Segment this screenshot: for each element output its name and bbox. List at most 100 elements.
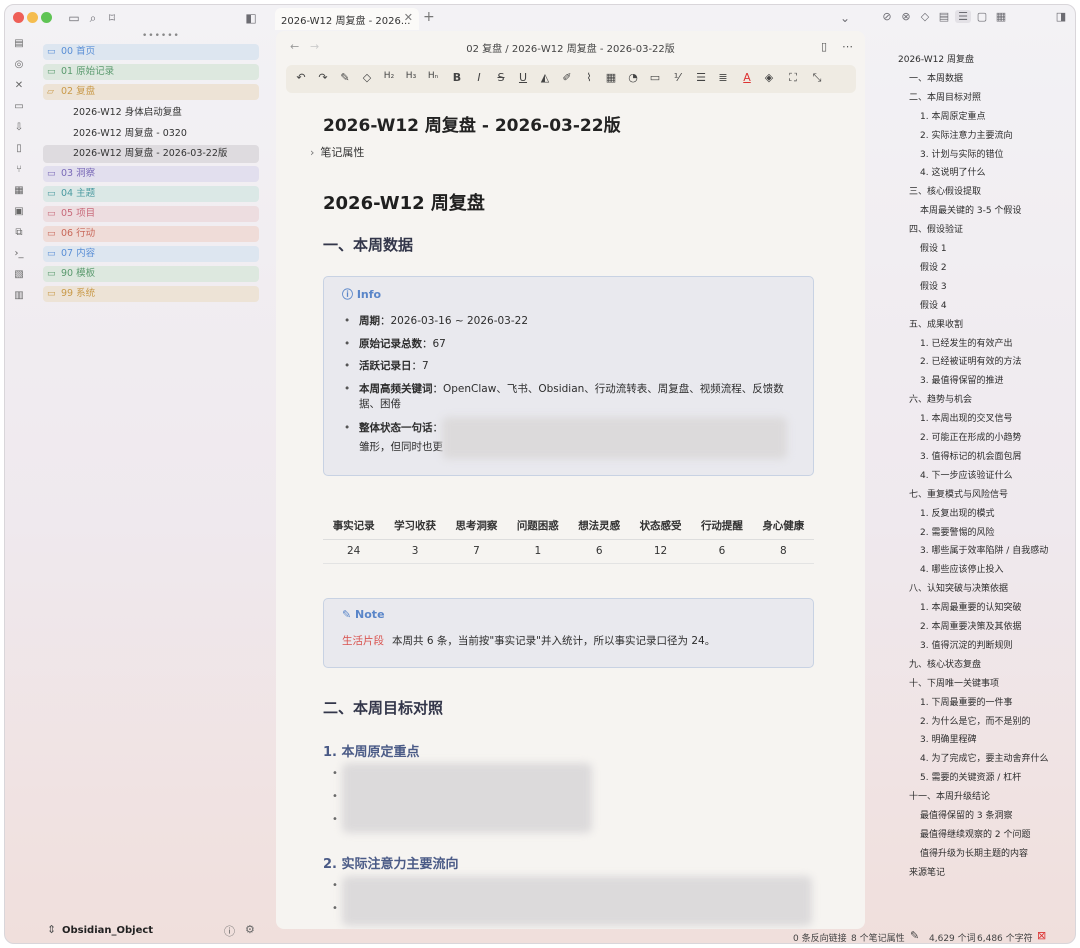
outline-item[interactable]: 六、趋势与机会 <box>909 392 972 405</box>
calendar-icon[interactable]: ▣ <box>12 205 26 219</box>
folder-00[interactable]: ▭ 00 首页 <box>43 44 259 60</box>
outline-item[interactable]: 4. 这说明了什么 <box>920 165 985 178</box>
outline-item[interactable]: 3. 最值得保留的推进 <box>920 373 1003 386</box>
bookmark-icon[interactable]: ⌑ <box>104 10 120 26</box>
outline-item[interactable]: 1. 下周最重要的一件事 <box>920 695 1012 708</box>
table-cell[interactable]: 7 <box>445 539 508 564</box>
heading3-icon[interactable]: H₃ <box>402 71 420 81</box>
outline-item[interactable]: 三、核心假设提取 <box>909 184 981 197</box>
checkbox-icon[interactable]: ◔ <box>624 71 642 84</box>
folder-02[interactable]: ▱ 02 复盘 <box>43 84 259 100</box>
link-icon[interactable]: ⊘ <box>879 10 895 23</box>
outline-item[interactable]: 5. 需要的关键资源 / 杠杆 <box>920 770 1021 783</box>
comment-icon[interactable]: ▢ <box>974 10 990 23</box>
heading2-icon[interactable]: H₂ <box>380 71 398 81</box>
outline-item[interactable]: 值得升级为长期主题的内容 <box>920 846 1028 859</box>
outline-item[interactable]: 1. 本周出现的交叉信号 <box>920 411 1012 424</box>
outline-item[interactable]: 假设 4 <box>920 298 947 311</box>
highlight-icon[interactable]: ◭ <box>536 71 554 84</box>
close-tab-icon[interactable]: ✕ <box>404 11 413 24</box>
reading-mode-icon[interactable]: ▯ <box>821 40 827 53</box>
outline-item[interactable]: 4. 为了完成它，要主动舍弃什么 <box>920 751 1048 764</box>
grid-icon[interactable]: ▦ <box>12 184 26 198</box>
outline-item[interactable]: 3. 计划与实际的错位 <box>920 147 1003 160</box>
fill-color-icon[interactable]: ◈ <box>760 71 778 84</box>
folder-04[interactable]: ▭ 04 主题 <box>43 186 259 202</box>
outline-item[interactable]: 二、本周目标对照 <box>909 90 981 103</box>
outline-item[interactable]: 十一、本周升级结论 <box>909 789 990 802</box>
outline-item[interactable]: 4. 下一步应该验证什么 <box>920 468 1012 481</box>
tools-icon[interactable]: ✕ <box>12 79 26 93</box>
table-cell[interactable]: 6 <box>568 539 630 564</box>
outline-item[interactable]: 2. 需要警惕的风险 <box>920 525 994 538</box>
fullscreen-icon[interactable]: ⛶ <box>784 71 802 85</box>
terminal-icon[interactable]: ›_ <box>12 247 26 261</box>
format-painter-icon[interactable]: ✎ <box>336 71 354 84</box>
outline-item[interactable]: 2. 可能正在形成的小趋势 <box>920 430 1021 443</box>
outline-item[interactable]: 2. 本周重要决策及其依据 <box>920 619 1021 632</box>
calendar-icon[interactable]: ▦ <box>993 10 1009 23</box>
properties-count[interactable]: 8 个笔记属性 <box>851 931 905 943</box>
outline-item[interactable]: 最值得保留的 3 条洞察 <box>920 808 1012 821</box>
outline-item[interactable]: 3. 值得沉淀的判断规则 <box>920 638 1012 651</box>
outline-item[interactable]: 九、核心状态复盘 <box>909 657 981 670</box>
close-window-button[interactable] <box>13 12 24 23</box>
folder-03[interactable]: ▭ 03 洞察 <box>43 166 259 182</box>
bullet-list-icon[interactable]: ☰ <box>692 71 710 84</box>
edit-mode-icon[interactable]: ✎ <box>910 929 919 942</box>
outline-item[interactable]: 2026-W12 周复盘 <box>898 52 974 65</box>
layout-icon[interactable]: ▥ <box>12 289 26 303</box>
outline-item[interactable]: 1. 本周最重要的认知突破 <box>920 600 1021 613</box>
attachment-icon[interactable]: ⌇ <box>580 71 598 84</box>
folder-07[interactable]: ▭ 07 内容 <box>43 246 259 262</box>
search-icon[interactable]: ⌕ <box>85 10 101 26</box>
minimize-window-button[interactable] <box>27 12 38 23</box>
redo-icon[interactable]: ↷ <box>314 71 332 84</box>
drag-handle-icon[interactable]: •••••• <box>142 31 180 41</box>
vault-name[interactable]: Obsidian_Object <box>62 925 153 936</box>
zoom-window-button[interactable] <box>41 12 52 23</box>
help-icon[interactable]: ⓘ <box>224 923 235 939</box>
outline-item[interactable]: 2. 实际注意力主要流向 <box>920 128 1012 141</box>
unlink-icon[interactable]: ⊗ <box>898 10 914 23</box>
table-cell[interactable]: 1 <box>507 539 569 564</box>
outline-icon[interactable]: ☰ <box>955 10 971 23</box>
document-icon[interactable]: ▯ <box>12 142 26 156</box>
heading-n-icon[interactable]: Hₙ <box>424 71 442 81</box>
outline-item[interactable]: 十、下周唯一关键事项 <box>909 676 999 689</box>
table-cell[interactable]: 12 <box>629 539 692 564</box>
folder-06[interactable]: ▭ 06 行动 <box>43 226 259 242</box>
tab-current-note[interactable]: 2026-W12 周复盘 - 2026... ✕ <box>275 8 419 30</box>
more-options-icon[interactable]: ⋯ <box>842 40 853 53</box>
underline-icon[interactable]: U <box>514 71 532 84</box>
bold-icon[interactable]: B <box>448 71 466 84</box>
outline-item[interactable]: 1. 本周原定重点 <box>920 109 985 122</box>
callout-icon[interactable]: ▭ <box>646 71 664 84</box>
right-sidebar-toggle-icon[interactable]: ◨ <box>1053 10 1069 23</box>
copy-icon[interactable]: ⧉ <box>12 226 26 240</box>
italic-icon[interactable]: I <box>470 71 488 84</box>
outline-item[interactable]: 2. 已经被证明有效的方法 <box>920 354 1021 367</box>
table-cell[interactable]: 6 <box>691 539 753 564</box>
outline-item[interactable]: 七、重复模式与风险信号 <box>909 487 1008 500</box>
inbox-icon[interactable]: ⇩ <box>12 121 26 135</box>
new-tab-icon[interactable]: + <box>423 9 435 25</box>
outline-item[interactable]: 来源笔记 <box>909 865 945 878</box>
properties-icon[interactable]: ▤ <box>936 10 952 23</box>
sidebar-toggle-icon[interactable]: ◧ <box>243 10 259 26</box>
template-icon[interactable]: ▧ <box>12 268 26 282</box>
table-cell[interactable]: 3 <box>384 539 446 564</box>
outline-item[interactable]: 1. 已经发生的有效产出 <box>920 336 1012 349</box>
chat-icon[interactable]: ▭ <box>12 100 26 114</box>
outline-item[interactable]: 一、本周数据 <box>909 71 963 84</box>
outline-item[interactable]: 最值得继续观察的 2 个问题 <box>920 827 1030 840</box>
tag-icon[interactable]: ◇ <box>917 10 933 23</box>
outline-item[interactable]: 3. 明确里程碑 <box>920 732 976 745</box>
files-icon[interactable]: ▤ <box>12 37 26 51</box>
settings-icon[interactable]: ⚙ <box>245 923 255 936</box>
outline-item[interactable]: 本周最关键的 3-5 个假设 <box>920 203 1021 216</box>
branch-icon[interactable]: ⑂ <box>12 163 26 177</box>
note-properties[interactable]: › 笔记属性 <box>310 144 364 160</box>
vault-switch-icon[interactable]: ⇕ <box>47 923 56 936</box>
table-cell[interactable]: 8 <box>752 539 814 564</box>
